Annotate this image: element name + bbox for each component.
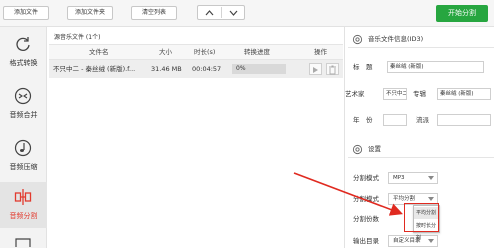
- file-panel: 源音乐文件 (1个) 文件名 大小 时长(s) 转换进度 操作 不只中二 - 秦…: [49, 30, 343, 248]
- chevron-down-icon: [428, 239, 434, 243]
- column-progress: 转换进度: [244, 48, 270, 56]
- column-filename: 文件名: [89, 48, 109, 56]
- year-label: 年 份: [353, 116, 373, 124]
- gear-icon: [352, 144, 363, 155]
- album-field[interactable]: 秦丝绒 (新版): [437, 88, 491, 100]
- app-window: 添加文件 添加文件夹 清空列表 开始分割 格式转换 音频合并 音频压缩 音频分割…: [0, 0, 494, 248]
- sidebar-item-label: 音频合并: [9, 111, 38, 119]
- split-format-select[interactable]: MP3: [388, 172, 438, 184]
- clear-list-button[interactable]: 清空列表: [131, 6, 177, 20]
- settings-icon: [352, 34, 363, 45]
- column-duration: 时长(s): [194, 48, 216, 56]
- column-size: 大小: [159, 48, 172, 56]
- play-icon: [15, 238, 31, 247]
- table-row[interactable]: 不只中二 - 秦丝绒 (新版).f... 31.46 MB 00:04:57 0…: [49, 60, 343, 78]
- settings-section-title: 设置: [368, 145, 381, 153]
- file-list-title: 源音乐文件 (1个): [54, 34, 101, 41]
- chevron-up-icon[interactable]: [198, 6, 221, 19]
- sidebar-item-format-convert[interactable]: 格式转换: [0, 29, 47, 75]
- file-size: 31.46 MB: [151, 65, 182, 73]
- split-count-label: 分割份数: [353, 215, 379, 223]
- id3-section-title: 音乐文件信息(ID3): [368, 35, 424, 43]
- sidebar-item-audio-compress[interactable]: 音频压缩: [0, 133, 47, 179]
- play-icon[interactable]: [309, 63, 322, 75]
- compress-icon: [14, 139, 32, 157]
- progress-text: 0%: [236, 65, 246, 72]
- album-label: 专辑: [413, 90, 426, 98]
- chevron-down-icon[interactable]: [222, 6, 245, 19]
- sidebar-item-label: 音频分割: [9, 212, 38, 220]
- genre-field[interactable]: [437, 114, 491, 126]
- artist-label: 艺术家: [345, 90, 365, 98]
- split-mode-value: 平均分割: [393, 196, 416, 202]
- start-split-button[interactable]: 开始分割: [436, 5, 488, 22]
- artist-field[interactable]: 不只中二: [383, 88, 407, 100]
- sidebar-item-audio-split[interactable]: 音频分割: [0, 182, 47, 228]
- merge-icon: [14, 87, 32, 105]
- sidebar: 格式转换 音频合并 音频压缩 音频分割: [0, 27, 47, 248]
- file-table-header: 文件名 大小 时长(s) 转换进度 操作: [49, 45, 343, 60]
- sidebar-item-label: 音频压缩: [9, 163, 38, 171]
- split-format-label: 分割模式: [353, 174, 379, 182]
- annotation-highlight-box: [404, 203, 439, 232]
- add-file-button[interactable]: 添加文件: [3, 6, 49, 20]
- id3-section-header: 音乐文件信息(ID3): [348, 31, 494, 48]
- split-mode-label: 分割模式: [353, 195, 379, 203]
- sidebar-item-label: 格式转换: [9, 59, 38, 67]
- title-label: 标 题: [353, 63, 373, 71]
- column-actions: 操作: [314, 48, 327, 56]
- chevron-down-icon: [428, 197, 434, 201]
- genre-label: 流派: [416, 116, 429, 124]
- output-dir-label: 输出目录: [353, 237, 379, 245]
- sidebar-item-audio-merge[interactable]: 音频合并: [0, 81, 47, 127]
- title-field[interactable]: 秦丝绒 (新版): [387, 61, 484, 73]
- add-folder-button[interactable]: 添加文件夹: [67, 6, 113, 20]
- delete-icon[interactable]: [326, 63, 339, 75]
- year-field[interactable]: [383, 114, 407, 126]
- split-format-value: MP3: [393, 175, 405, 181]
- refresh-icon: [16, 37, 30, 51]
- split-icon: [14, 189, 32, 205]
- output-dir-select[interactable]: 自定义目录: [388, 235, 438, 247]
- toolbar: 添加文件 添加文件夹 清空列表 开始分割: [0, 0, 494, 27]
- settings-section-header: 设置: [348, 141, 494, 158]
- sidebar-item-more[interactable]: [0, 234, 47, 248]
- progress-bar: 0%: [232, 64, 286, 74]
- move-arrows: [197, 5, 245, 20]
- chevron-down-icon: [428, 176, 434, 180]
- file-duration: 00:04:57: [192, 65, 222, 73]
- file-list-header: 源音乐文件 (1个): [49, 30, 343, 45]
- file-name: 不只中二 - 秦丝绒 (新版).f...: [53, 65, 136, 73]
